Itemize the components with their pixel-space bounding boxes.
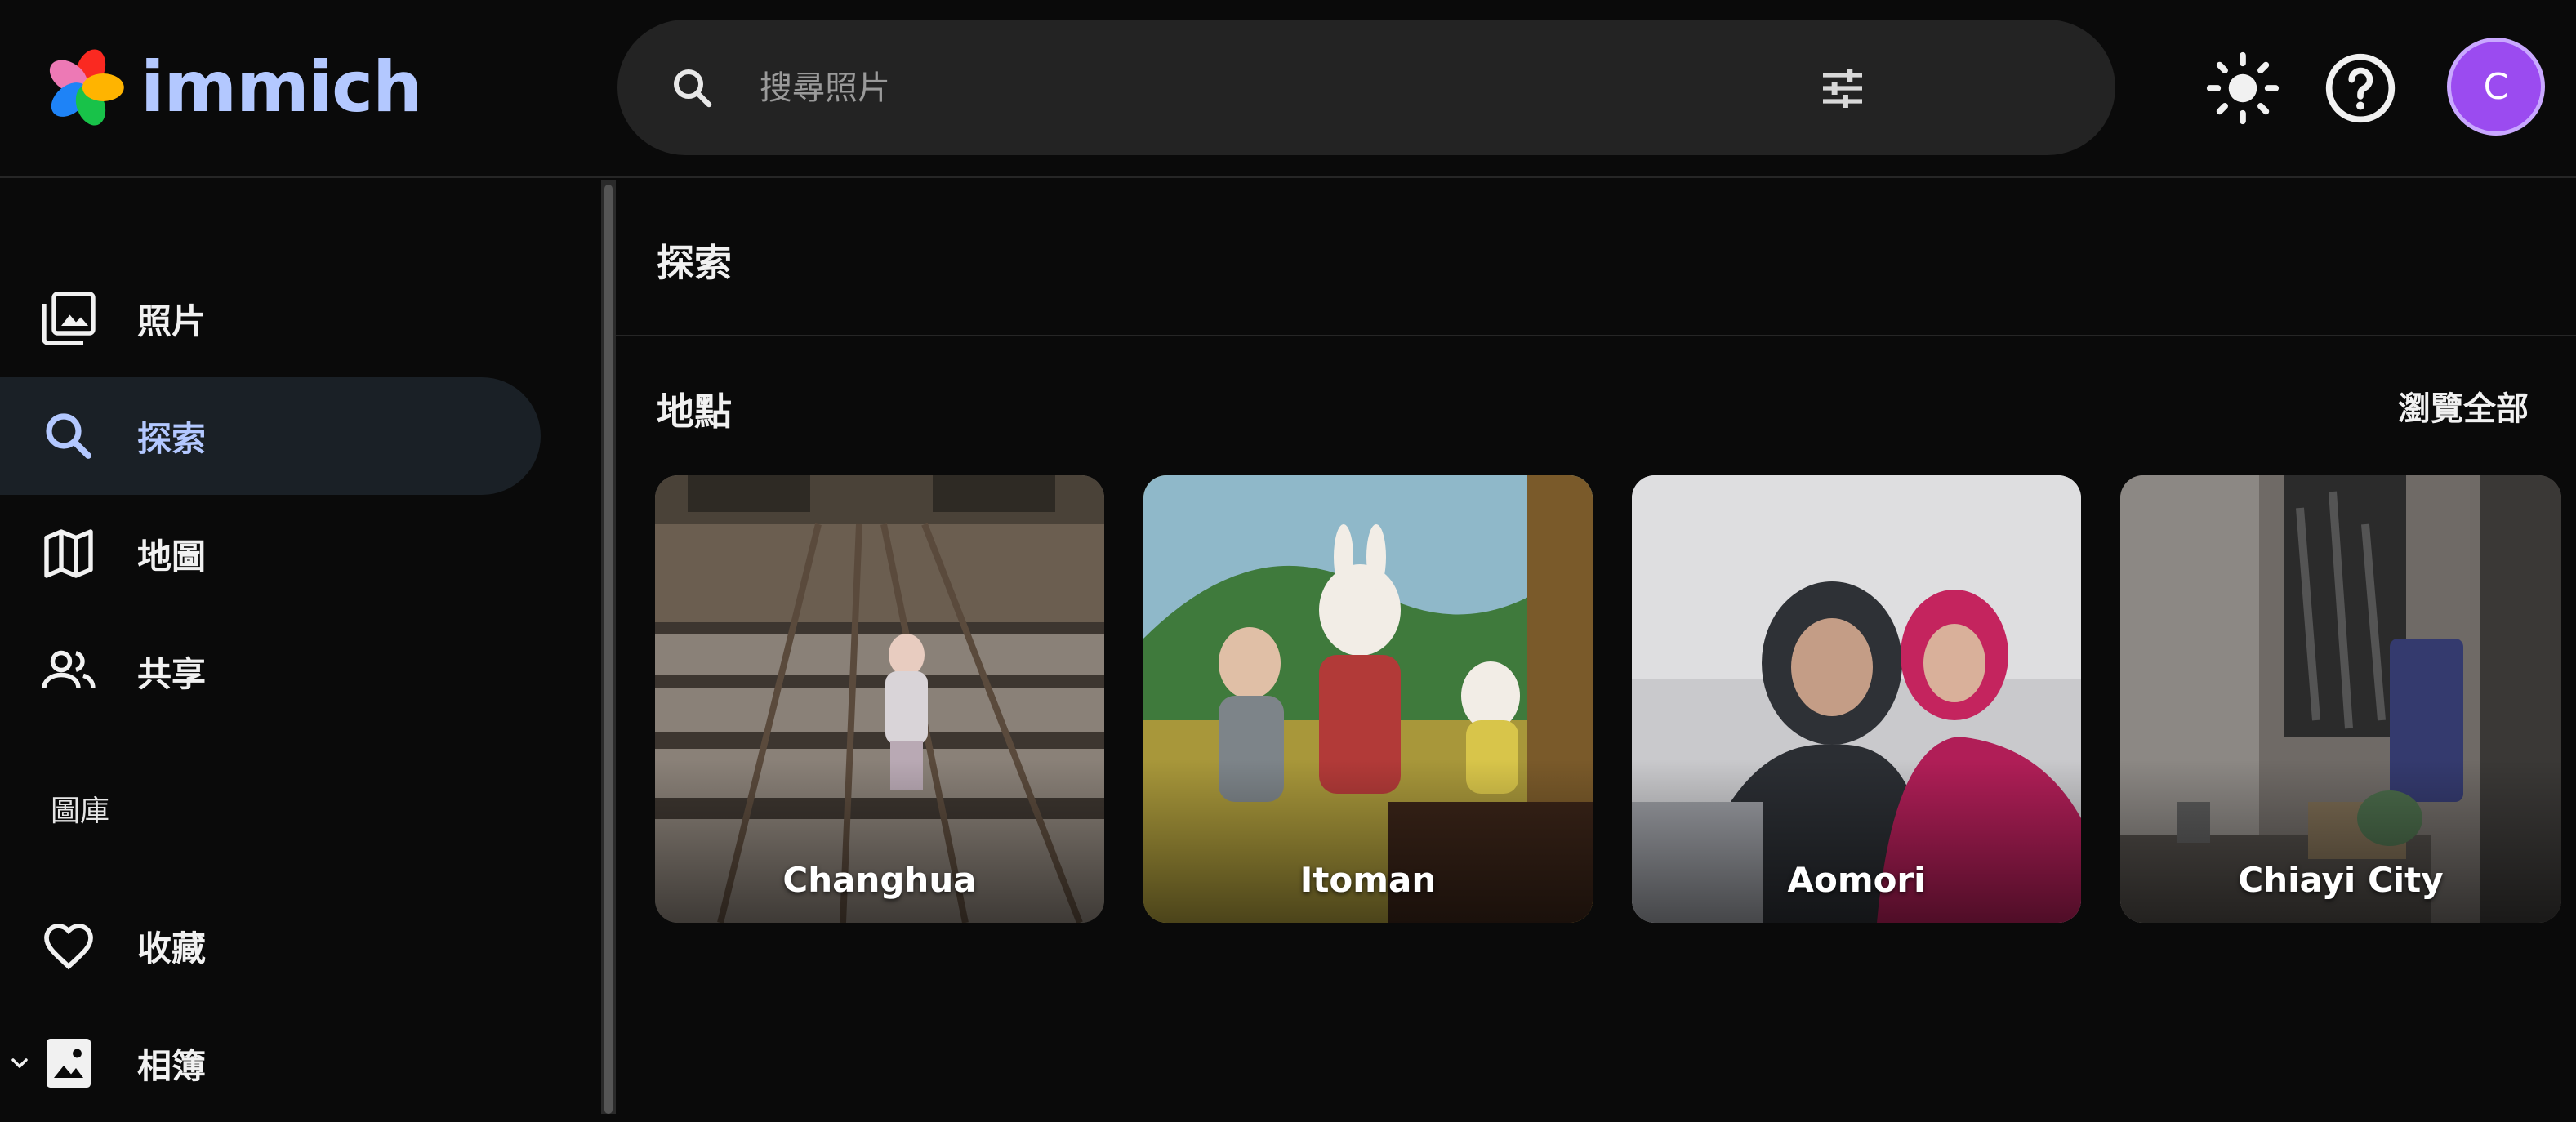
sidebar-item-label: 相簿 xyxy=(137,1045,207,1086)
immich-logo[interactable]: immich xyxy=(41,42,422,132)
search-input[interactable] xyxy=(758,52,1823,124)
map-icon xyxy=(44,529,93,578)
sidebar-nav: 照片 探索 地圖 共享 圖庫 收藏 相簿 xyxy=(0,178,601,1114)
place-card[interactable]: Chiayi City xyxy=(2120,475,2561,923)
main-content: 探索 地點 瀏覽全部 Changhua Itoman Aomori Chiayi… xyxy=(616,178,2576,1114)
search-icon xyxy=(46,413,91,459)
sidebar-item-label: 地圖 xyxy=(137,536,207,577)
sidebar-item-label: 照片 xyxy=(137,301,207,341)
sidebar-item-photos[interactable]: 照片 xyxy=(0,260,541,377)
sidebar-item-sharing[interactable]: 共享 xyxy=(0,612,541,730)
place-card[interactable]: Aomori xyxy=(1632,475,2081,923)
place-name: Itoman xyxy=(1299,860,1437,900)
chevron-down-icon[interactable] xyxy=(7,1050,33,1076)
people-icon xyxy=(42,650,96,689)
heart-icon xyxy=(44,924,93,970)
places-section-title: 地點 xyxy=(657,390,732,434)
place-name: Aomori xyxy=(1787,860,1926,900)
user-avatar[interactable]: C xyxy=(2447,38,2545,136)
search-bar[interactable] xyxy=(617,20,2115,155)
theme-toggle-icon[interactable] xyxy=(2205,51,2280,126)
place-card[interactable]: Itoman xyxy=(1143,475,1593,923)
place-card[interactable]: Changhua xyxy=(655,475,1104,923)
sidebar-item-map[interactable]: 地圖 xyxy=(0,495,541,612)
sidebar-scrollbar-thumb[interactable] xyxy=(604,185,613,1114)
title-divider xyxy=(616,335,2576,336)
sidebar-item-label: 收藏 xyxy=(137,928,207,968)
sidebar-item-label: 共享 xyxy=(137,653,207,694)
search-icon[interactable] xyxy=(668,64,717,113)
top-bar: immich C xyxy=(0,0,2576,178)
view-all-places-link[interactable]: 瀏覽全部 xyxy=(2398,382,2529,430)
album-icon xyxy=(47,1039,91,1088)
immich-logo-icon xyxy=(49,49,124,126)
sidebar-item-label: 探索 xyxy=(137,418,207,459)
place-name: Changhua xyxy=(782,860,977,900)
help-icon[interactable] xyxy=(2323,51,2398,126)
sidebar-item-explore[interactable]: 探索 xyxy=(0,377,541,495)
app-name: immich xyxy=(140,47,422,128)
sidebar-item-albums[interactable]: 相簿 xyxy=(0,1004,541,1122)
page-title: 探索 xyxy=(657,241,732,285)
library-section-label: 圖庫 xyxy=(51,795,110,828)
place-name: Chiayi City xyxy=(2238,860,2444,900)
sidebar-item-favorites[interactable]: 收藏 xyxy=(0,887,541,1004)
photos-icon xyxy=(42,292,96,345)
search-options-icon[interactable] xyxy=(1816,62,1869,114)
